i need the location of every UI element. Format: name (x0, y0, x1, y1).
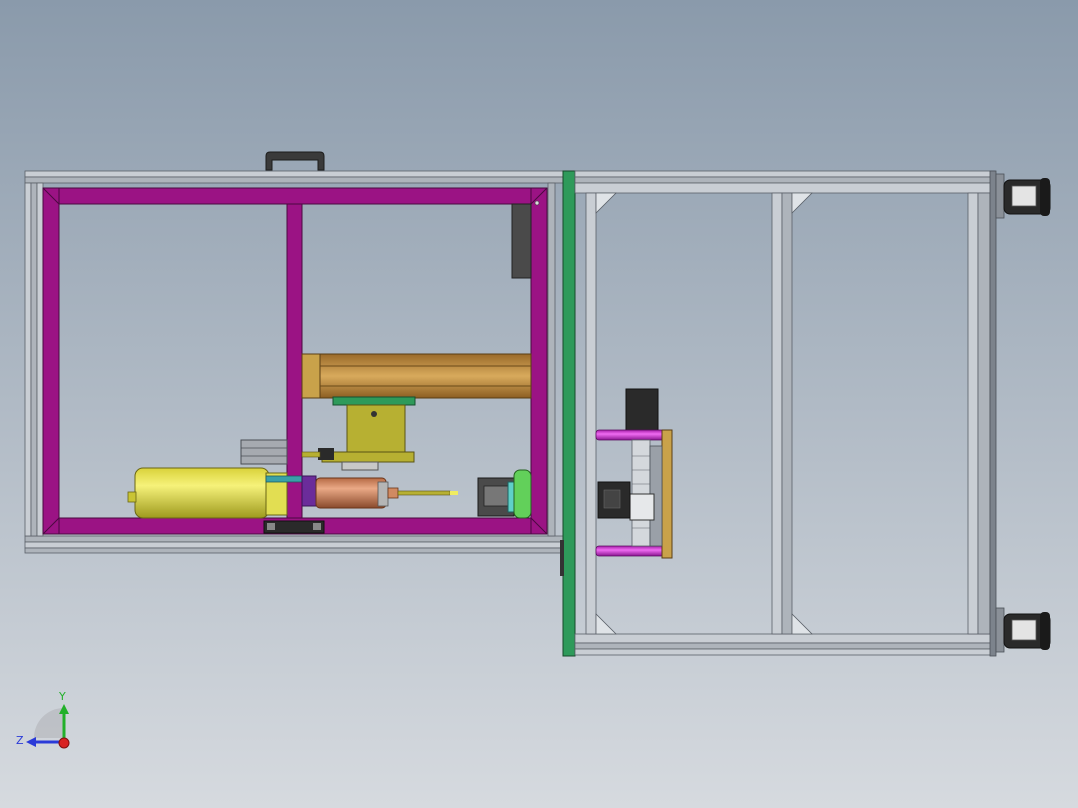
z-axis-label: Z (16, 734, 24, 747)
left-post-outer (24, 182, 32, 537)
control-box[interactable] (511, 203, 532, 279)
bottom-rail-inner (24, 535, 566, 543)
frame-post-5 (977, 192, 991, 635)
bottom-rail-outer (24, 547, 566, 554)
y-axis-label: Y (58, 690, 66, 703)
screw-nut (629, 493, 655, 521)
bottom-latch[interactable] (263, 520, 325, 534)
frame-post-1 (585, 192, 597, 635)
x-axis-dot (58, 737, 70, 749)
top-rail-inner (24, 176, 566, 184)
stepper-motor[interactable] (625, 388, 659, 432)
frame-post-3 (781, 192, 793, 635)
frame-bolt (534, 200, 540, 206)
guide-rod-top (595, 429, 665, 441)
coupling (301, 475, 317, 507)
frame-post-4 (967, 192, 979, 635)
mount-block (240, 439, 288, 465)
caster-wheel-top[interactable] (995, 173, 1051, 219)
right-post (547, 182, 556, 537)
green-divider-panel[interactable] (562, 170, 576, 657)
divider-hinge (560, 540, 564, 576)
guide-rod-bottom (595, 545, 665, 557)
left-post-face (36, 182, 44, 537)
frame-end-cap (989, 170, 997, 657)
carriage-bolt (371, 411, 377, 417)
linear-slide-rail[interactable] (301, 353, 532, 399)
top-rail-outer (24, 170, 566, 178)
bottom-rail-mid (24, 541, 566, 549)
caster-wheel-bottom[interactable] (995, 607, 1051, 653)
left-post-inner (30, 182, 38, 537)
lift-plate (661, 429, 673, 559)
magenta-center-post (286, 203, 303, 519)
frame-post-2 (771, 192, 783, 635)
cad-viewport[interactable]: Y Z (0, 0, 1078, 808)
cad-model-view[interactable]: Y Z (0, 0, 1078, 808)
cable-connector (318, 448, 334, 460)
